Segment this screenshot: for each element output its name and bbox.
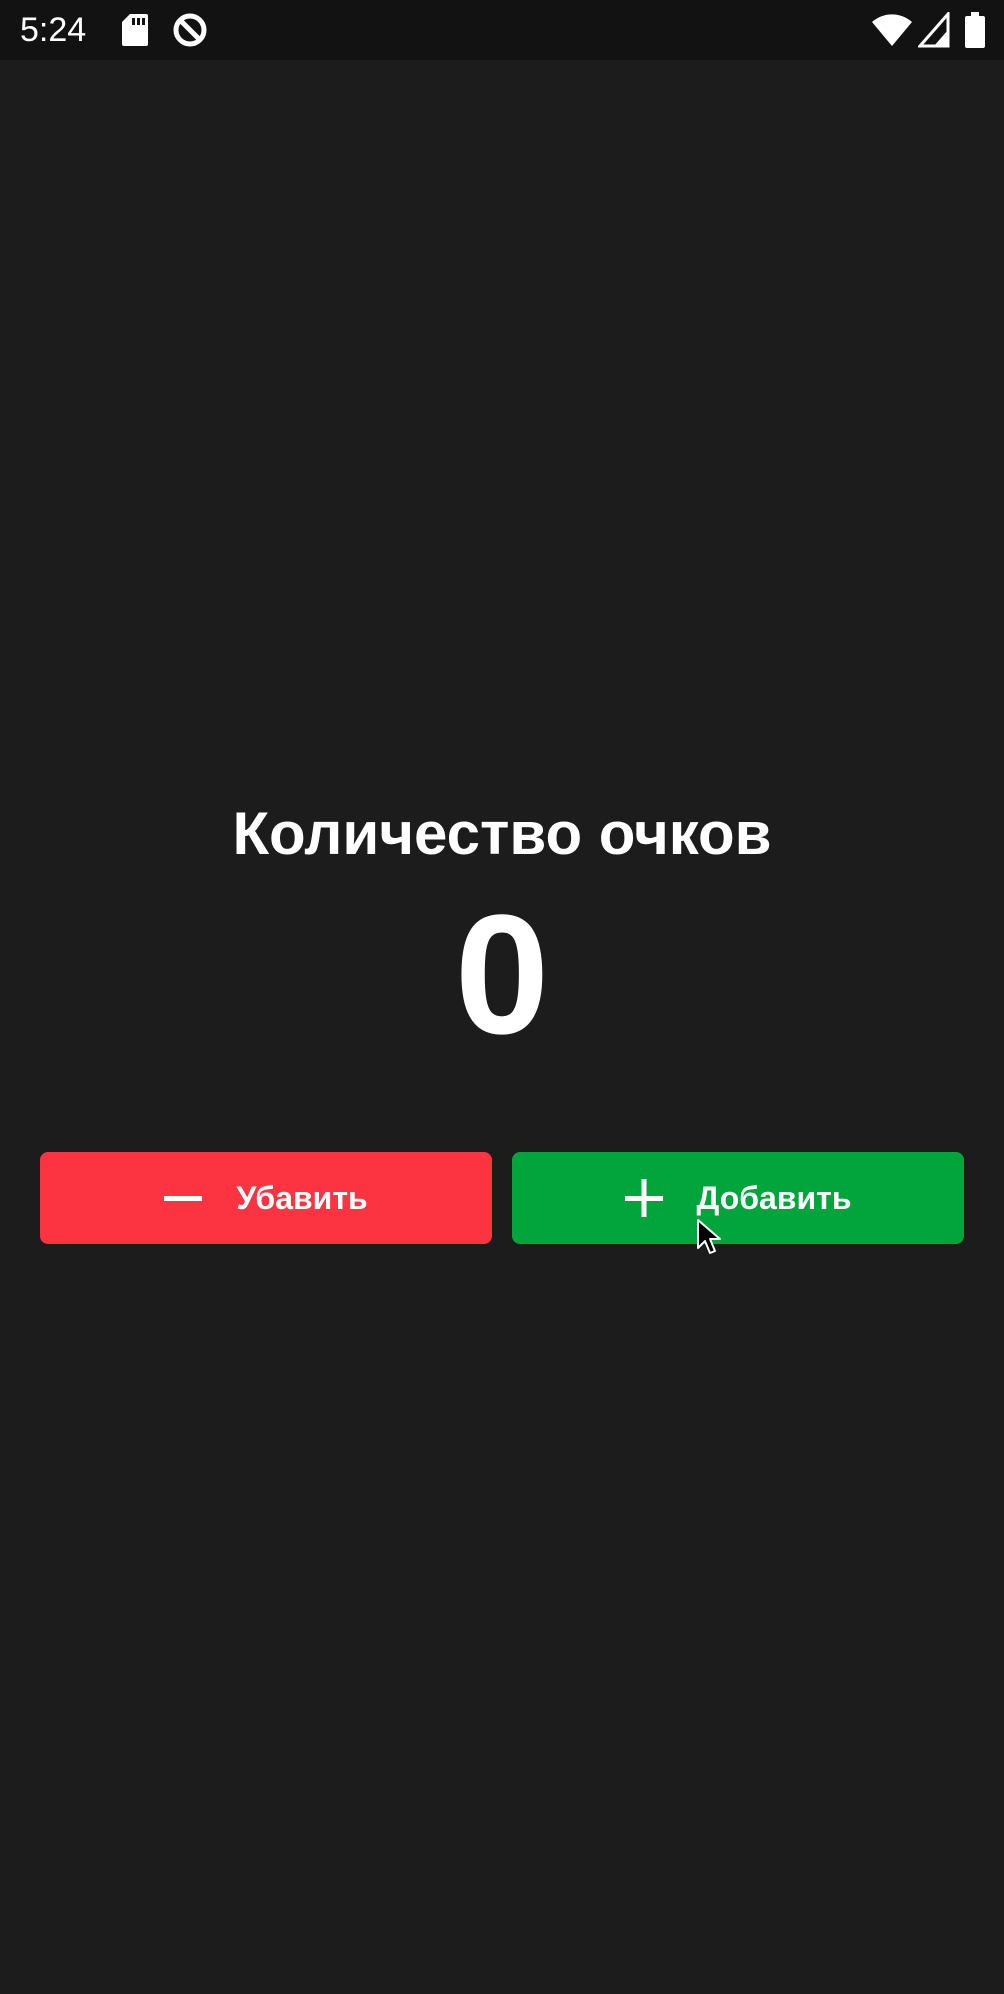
battery-icon xyxy=(965,12,985,48)
add-button-label: Добавить xyxy=(696,1179,852,1216)
minus-icon xyxy=(164,1196,203,1201)
subtract-button[interactable]: Убавить xyxy=(40,1152,492,1244)
status-time: 5:24 xyxy=(20,11,87,49)
wifi-icon xyxy=(872,14,912,46)
score-title: Количество очков xyxy=(232,800,772,867)
data-saver-icon xyxy=(173,13,207,47)
main-screen: Количество очков 0 xyxy=(0,60,1004,1994)
signal-icon xyxy=(918,12,950,48)
plus-icon xyxy=(624,1179,663,1217)
add-button[interactable]: Добавить xyxy=(512,1152,964,1244)
score-value: 0 xyxy=(454,880,550,1070)
sd-card-icon xyxy=(122,14,148,46)
status-bar: 5:24 xyxy=(0,0,1004,60)
subtract-button-label: Убавить xyxy=(236,1179,368,1216)
